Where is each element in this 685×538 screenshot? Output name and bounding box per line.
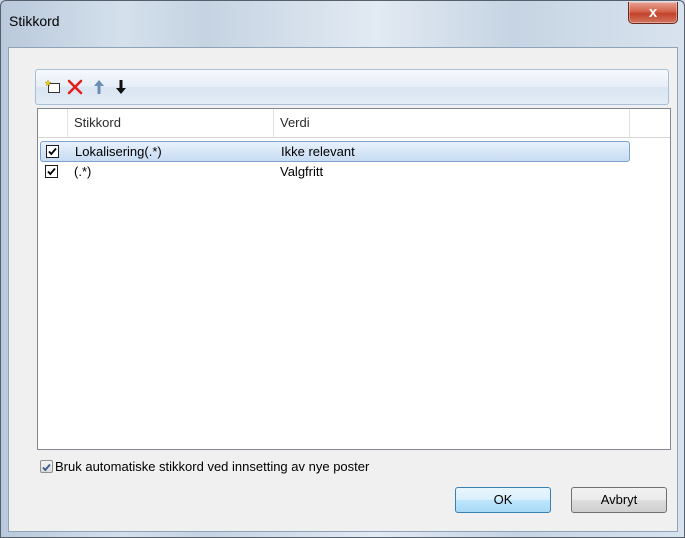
table-row[interactable]: (.*) Valgfritt <box>40 162 630 183</box>
column-header-checkbox[interactable] <box>38 109 68 137</box>
delete-icon <box>67 79 83 95</box>
dialog-title: Stikkord <box>9 13 60 29</box>
dialog-window: Stikkord x Stikkord Verdi Lokalisering(.… <box>0 0 685 538</box>
move-down-button[interactable] <box>110 76 132 98</box>
cell-stikkord: Lokalisering(.*) <box>75 144 162 159</box>
dialog-client-area: Stikkord Verdi Lokalisering(.*) Ikke rel… <box>8 47 678 532</box>
column-header-label: Verdi <box>280 115 310 130</box>
column-header-row: Stikkord Verdi <box>38 109 670 138</box>
auto-keywords-label[interactable]: Bruk automatiske stikkord ved innsetting… <box>55 459 369 474</box>
ok-button[interactable]: OK <box>455 487 551 513</box>
table-row[interactable]: Lokalisering(.*) Ikke relevant <box>40 141 630 162</box>
toolbar <box>35 69 669 105</box>
keyword-list[interactable]: Stikkord Verdi Lokalisering(.*) Ikke rel… <box>37 108 671 450</box>
cell-verdi: Valgfritt <box>280 164 324 179</box>
cell-verdi: Ikke relevant <box>281 144 355 159</box>
column-header-label: Stikkord <box>74 115 121 130</box>
cell-stikkord: (.*) <box>74 164 92 179</box>
cancel-button[interactable]: Avbryt <box>571 487 667 513</box>
move-up-button[interactable] <box>88 76 110 98</box>
arrow-up-icon <box>94 80 104 94</box>
auto-keywords-checkbox[interactable] <box>40 460 53 473</box>
checkmark-icon <box>47 167 56 176</box>
arrow-down-icon <box>116 80 126 94</box>
new-button[interactable] <box>42 76 64 98</box>
new-icon <box>45 79 60 93</box>
close-button[interactable]: x <box>628 2 678 24</box>
column-header-stikkord[interactable]: Stikkord <box>68 109 274 137</box>
column-header-verdi[interactable]: Verdi <box>274 109 630 137</box>
checkmark-icon <box>48 147 57 156</box>
checkmark-icon <box>42 463 51 472</box>
row-checkbox[interactable] <box>45 165 58 178</box>
row-checkbox[interactable] <box>46 145 59 158</box>
delete-button[interactable] <box>64 76 86 98</box>
close-icon: x <box>648 4 658 21</box>
title-bar[interactable]: Stikkord x <box>1 1 684 47</box>
